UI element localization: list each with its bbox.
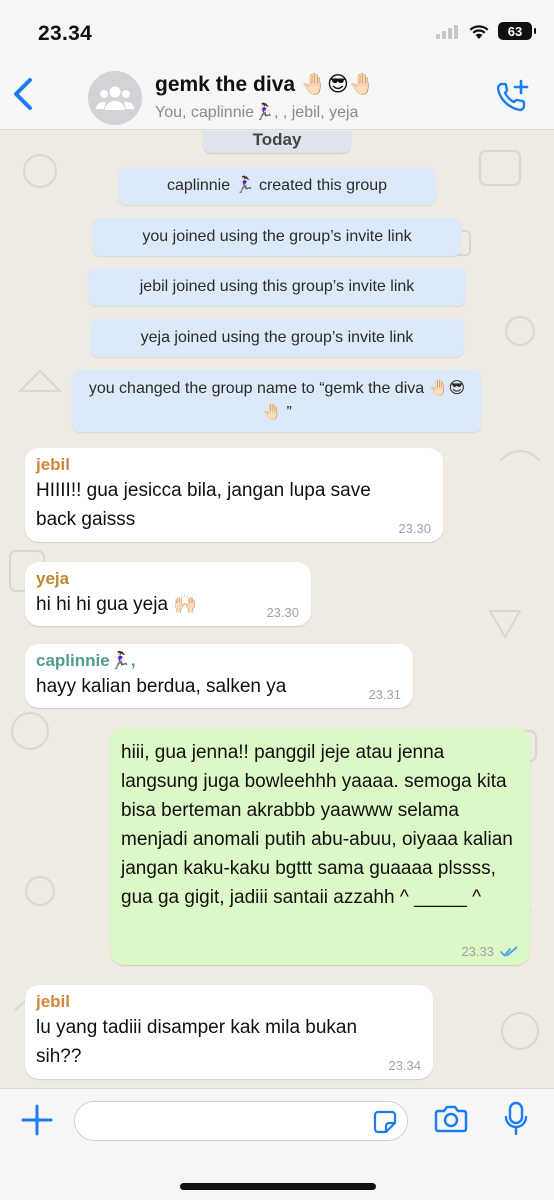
- home-indicator: [180, 1183, 376, 1190]
- message-bubble-outgoing[interactable]: hiii, gua jenna!! panggil jeje atau jenn…: [110, 728, 530, 965]
- message-text: lu yang tadiii disamper kak mila bukan s…: [36, 1017, 358, 1067]
- message-text: hayy kalian berdua, salken ya: [36, 676, 287, 697]
- cellular-signal-icon: [436, 23, 460, 39]
- message-input[interactable]: [74, 1101, 408, 1141]
- chat-header: gemk the diva 🤚🏻😎🤚🏻 You, caplinnie🏃🏻‍♀️,…: [0, 62, 554, 130]
- message-time: 23.33: [461, 944, 494, 959]
- message-text: hi hi hi gua yeja 🙌🏻: [36, 594, 197, 615]
- group-members[interactable]: You, caplinnie🏃🏻‍♀️, , jebil, yeja: [155, 102, 358, 122]
- message-bubble[interactable]: jebil lu yang tadiii disamper kak mila b…: [25, 985, 433, 1079]
- message-time: 23.30: [266, 605, 299, 620]
- system-message: you changed the group name to “gemk the …: [72, 370, 482, 432]
- message-text: HIIII!! gua jesicca bila, jangan lupa sa…: [36, 480, 371, 530]
- message-time: 23.30: [398, 521, 431, 536]
- system-message: caplinnie 🏃🏻‍♀️ created this group: [118, 167, 436, 205]
- message-bubble[interactable]: yeja hi hi hi gua yeja 🙌🏻 23.30: [25, 562, 311, 626]
- attach-plus-icon[interactable]: [20, 1103, 54, 1137]
- back-icon[interactable]: [8, 74, 42, 114]
- wifi-icon: [469, 25, 489, 39]
- group-name[interactable]: gemk the diva 🤚🏻😎🤚🏻: [155, 72, 375, 97]
- system-message: you joined using the group’s invite link: [92, 218, 462, 256]
- message-sender: yeja: [36, 569, 70, 588]
- message-sender: caplinnie🏃🏻‍♀️,: [36, 651, 136, 670]
- group-avatar[interactable]: [88, 71, 142, 125]
- sticker-icon[interactable]: [373, 1110, 397, 1134]
- message-bubble[interactable]: jebil HIIII!! gua jesicca bila, jangan l…: [25, 448, 443, 542]
- add-call-icon[interactable]: [494, 78, 530, 114]
- microphone-icon[interactable]: [504, 1101, 528, 1137]
- date-separator: Today: [203, 131, 351, 153]
- chat-area[interactable]: Today caplinnie 🏃🏻‍♀️ created this group…: [0, 131, 554, 1088]
- status-icons: 63: [436, 22, 536, 40]
- message-sender: jebil: [36, 992, 71, 1011]
- message-status: 23.33: [461, 944, 518, 959]
- group-people-icon: [96, 86, 134, 110]
- status-bar: 23.34 63: [0, 0, 554, 62]
- battery-icon: 63: [498, 22, 536, 40]
- clock: 23.34: [38, 22, 93, 45]
- message-sender: jebil: [36, 455, 71, 474]
- message-text: hiii, gua jenna!! panggil jeje atau jenn…: [121, 742, 513, 908]
- camera-icon[interactable]: [434, 1104, 468, 1134]
- double-check-icon: [500, 946, 518, 957]
- composer-bar: [0, 1088, 554, 1200]
- system-message: yeja joined using the group’s invite lin…: [90, 319, 464, 357]
- system-message: jebil joined using this group’s invite l…: [88, 268, 466, 306]
- message-time: 23.31: [368, 687, 401, 702]
- message-time: 23.34: [388, 1058, 421, 1073]
- message-bubble[interactable]: caplinnie🏃🏻‍♀️, hayy kalian berdua, salk…: [25, 644, 413, 708]
